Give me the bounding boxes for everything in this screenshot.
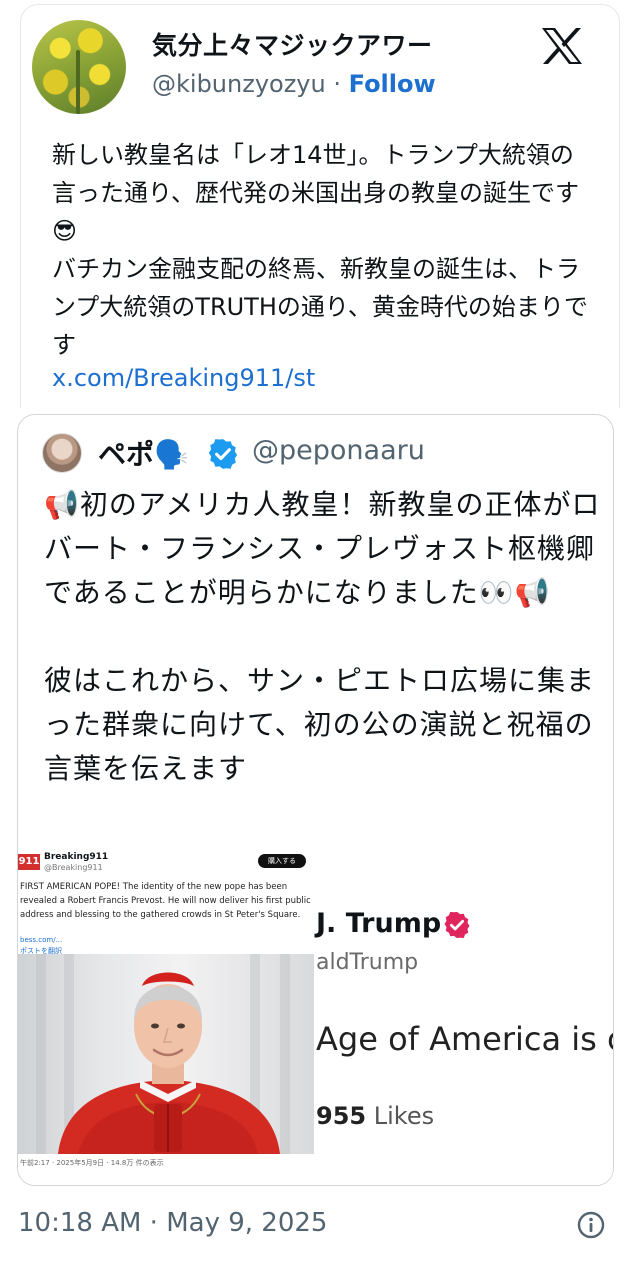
info-icon[interactable] (576, 1210, 606, 1240)
quoted-avatar[interactable] (42, 433, 82, 473)
trump-likes-count: 955 (316, 1102, 367, 1130)
user-avatar[interactable] (32, 20, 126, 114)
breaking911-screenshot: 911 Breaking911 @Breaking911 購入する FIRST … (18, 850, 314, 1170)
tweet-timestamp[interactable]: 10:18 AM · May 9, 2025 (18, 1208, 327, 1238)
breaking911-text: FIRST AMERICAN POPE! The identity of the… (20, 882, 311, 920)
avatar-flower-stem (76, 50, 80, 114)
breaking911-logo: 911 (18, 854, 40, 870)
x-logo-icon[interactable] (540, 26, 584, 66)
trump-handle: aldTrump (316, 950, 419, 975)
breaking911-handle: @Breaking911 (44, 863, 103, 872)
breaking911-time: 午前2:17 · 2025年5月9日 · 14.8万 件の表示 (20, 1159, 164, 1167)
cardinal-photo (18, 954, 314, 1154)
trump-likes: 955 Likes (316, 1102, 434, 1130)
trump-likes-label: Likes (373, 1102, 435, 1130)
user-handle[interactable]: @kibunzyozyu (152, 70, 326, 98)
breaking911-link: bess.com/... (20, 936, 63, 944)
handle-row: @kibunzyozyu · Follow (152, 70, 436, 98)
trump-name: J. Trump (316, 908, 442, 939)
follow-button[interactable]: Follow (349, 70, 436, 98)
quoted-text: 📢初のアメリカ人教皇！新教皇の正体がロバート・フランシス・プレヴォスト枢機卿であ… (44, 488, 601, 785)
quoted-display-name[interactable]: ペポ🗣️ (98, 433, 189, 473)
quoted-tweet[interactable]: ペポ🗣️ @peponaaru 📢初のアメリカ人教皇！新教皇の正体がロバート・フ… (17, 414, 614, 1186)
breaking911-name: Breaking911 (44, 852, 109, 862)
tweet-text: 新しい教皇名は「レオ14世」。トランプ大統領の言った通り、歴代発の米国出身の教皇… (52, 141, 588, 359)
quoted-handle[interactable]: @peponaaru (252, 435, 425, 466)
quoted-media-image[interactable]: 911 Breaking911 @Breaking911 購入する FIRST … (18, 850, 614, 1185)
buy-button: 購入する (258, 854, 306, 868)
trump-screenshot: J. Trump aldTrump Age of America is c 95… (314, 850, 614, 1185)
handle-separator: · (333, 70, 341, 98)
trump-badge-icon (444, 911, 470, 939)
trump-post-text: Age of America is c (316, 1020, 614, 1058)
verified-badge-icon (208, 439, 238, 469)
display-name[interactable]: 気分上々マジックアワー (152, 26, 433, 62)
tweet-link[interactable]: x.com/Breaking911/st (52, 364, 315, 392)
